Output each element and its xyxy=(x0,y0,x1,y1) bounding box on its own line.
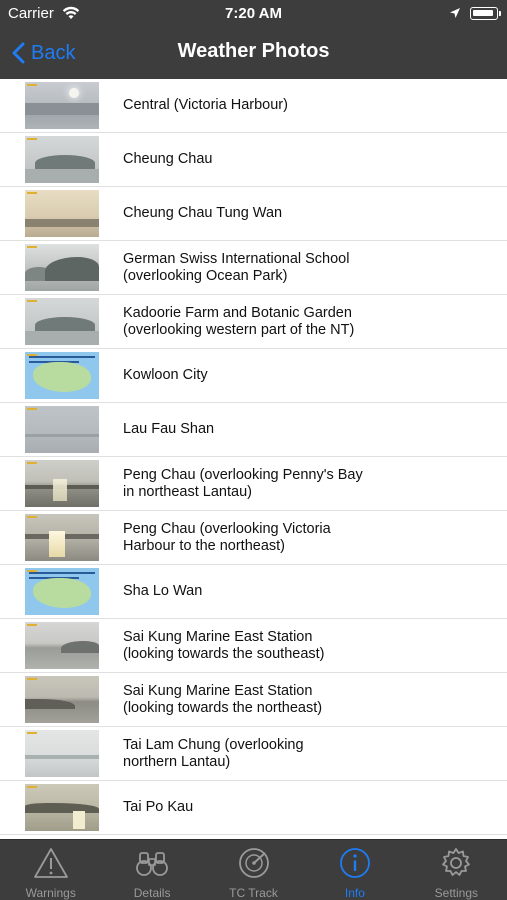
location-name: Tai Po Kau xyxy=(123,799,487,816)
location-name: Peng Chau (overlooking Penny's Bay in nor… xyxy=(123,467,487,501)
weather-photo-thumbnail xyxy=(25,676,99,723)
list-item[interactable]: Sai Kung Marine East Station (looking tow… xyxy=(0,673,507,727)
location-name: Sai Kung Marine East Station (looking tow… xyxy=(123,683,487,717)
location-name: Kadoorie Farm and Botanic Garden (overloo… xyxy=(123,305,487,339)
list-item[interactable]: German Swiss International School (overlo… xyxy=(0,241,507,295)
weather-photo-thumbnail xyxy=(25,622,99,669)
location-name-line1: Cheung Chau Tung Wan xyxy=(123,205,283,221)
weather-photo-thumbnail xyxy=(25,730,99,777)
weather-photo-thumbnail xyxy=(25,244,99,291)
location-name-line1: Peng Chau (overlooking Penny's Bay xyxy=(123,466,363,483)
tab-settings[interactable]: Settings xyxy=(406,840,507,900)
location-name-line1: Kowloon City xyxy=(123,367,208,383)
list-item[interactable]: Cheung Chau xyxy=(0,133,507,187)
tab-label: Info xyxy=(344,886,365,900)
list-item[interactable]: Sai Kung Marine East Station (looking tow… xyxy=(0,619,507,673)
tab-tc-track[interactable]: TC Track xyxy=(203,840,304,900)
weather-photo-list[interactable]: Central (Victoria Harbour) Cheung Chau Che… xyxy=(0,79,507,839)
tab-details[interactable]: Details xyxy=(101,840,202,900)
info-icon xyxy=(337,847,373,882)
navigation-bar: Back Weather Photos xyxy=(0,27,507,79)
list-item[interactable]: Peng Chau (overlooking Penny's Bay in nor… xyxy=(0,457,507,511)
list-item[interactable]: Tai Lam Chung (overlooking northern Lanta… xyxy=(0,727,507,781)
location-name-line1: Sai Kung Marine East Station xyxy=(123,682,313,699)
tab-label: Settings xyxy=(434,886,478,900)
list-item[interactable]: Central (Victoria Harbour) xyxy=(0,79,507,133)
location-name: Cheung Chau xyxy=(123,151,487,168)
tab-bar: Warnings Details TC Track Info Settings xyxy=(0,839,507,900)
weather-photo-thumbnail xyxy=(25,460,99,507)
weather-photo-thumbnail xyxy=(25,406,99,453)
binoculars-icon xyxy=(134,847,170,882)
location-name-line1: Sha Lo Wan xyxy=(123,583,203,599)
weather-photo-thumbnail xyxy=(25,784,99,831)
location-name-line1: Sai Kung Marine East Station xyxy=(123,628,313,645)
location-name: Cheung Chau Tung Wan xyxy=(123,205,487,222)
list-item[interactable]: Tai Po Kau xyxy=(0,781,507,835)
location-name: Tai Lam Chung (overlooking northern Lanta… xyxy=(123,737,487,771)
tab-label: Details xyxy=(133,886,171,900)
weather-photo-thumbnail xyxy=(25,568,99,615)
location-name-line2: Harbour to the northeast) xyxy=(123,537,286,554)
warning-triangle-icon xyxy=(33,847,69,882)
radar-icon xyxy=(236,847,272,882)
tab-warnings[interactable]: Warnings xyxy=(0,840,101,900)
list-item[interactable]: Kowloon City xyxy=(0,349,507,403)
tab-label: Warnings xyxy=(25,886,76,900)
list-item[interactable]: Lau Fau Shan xyxy=(0,403,507,457)
weather-photo-thumbnail xyxy=(25,82,99,129)
weather-photo-thumbnail xyxy=(25,136,99,183)
list-item[interactable]: Cheung Chau Tung Wan xyxy=(0,187,507,241)
location-arrow-icon xyxy=(449,6,461,23)
location-name: Peng Chau (overlooking Victoria Harbour t… xyxy=(123,521,487,555)
location-name-line2: (looking towards the northeast) xyxy=(123,699,323,716)
location-name-line2: northern Lantau) xyxy=(123,753,231,770)
location-name: Lau Fau Shan xyxy=(123,421,487,438)
location-name: Sai Kung Marine East Station (looking tow… xyxy=(123,629,487,663)
weather-photo-thumbnail xyxy=(25,190,99,237)
location-name: German Swiss International School (overlo… xyxy=(123,251,487,285)
list-item[interactable]: Peng Chau (overlooking Victoria Harbour t… xyxy=(0,511,507,565)
location-name-line2: (overlooking Ocean Park) xyxy=(123,267,288,284)
page-title: Weather Photos xyxy=(177,40,330,62)
tab-label: TC Track xyxy=(229,886,278,900)
weather-photo-thumbnail xyxy=(25,514,99,561)
location-name-line1: Tai Po Kau xyxy=(123,799,194,815)
tab-info[interactable]: Info xyxy=(304,840,405,900)
location-name: Sha Lo Wan xyxy=(123,583,487,600)
location-name: Central (Victoria Harbour) xyxy=(123,97,487,114)
list-item[interactable]: Kadoorie Farm and Botanic Garden (overloo… xyxy=(0,295,507,349)
location-name: Kowloon City xyxy=(123,367,487,384)
location-name-line1: Central (Victoria Harbour) xyxy=(123,97,288,113)
status-bar: Carrier 7:20 AM xyxy=(0,0,507,27)
clock: 7:20 AM xyxy=(225,5,282,22)
location-name-line1: Tai Lam Chung (overlooking xyxy=(123,736,304,753)
gear-icon xyxy=(438,847,474,882)
location-name-line2: in northeast Lantau) xyxy=(123,483,252,500)
weather-photo-thumbnail xyxy=(25,298,99,345)
battery-icon xyxy=(470,7,501,20)
location-name-line2: (looking towards the southeast) xyxy=(123,645,325,662)
location-name-line1: Lau Fau Shan xyxy=(123,421,215,437)
location-name-line1: Peng Chau (overlooking Victoria xyxy=(123,520,331,537)
list-item[interactable]: Sha Lo Wan xyxy=(0,565,507,619)
location-name-line1: German Swiss International School xyxy=(123,250,350,267)
location-name-line1: Cheung Chau xyxy=(123,151,213,167)
location-name-line2: (overlooking western part of the NT) xyxy=(123,321,355,338)
location-name-line1: Kadoorie Farm and Botanic Garden xyxy=(123,304,352,321)
weather-photo-thumbnail xyxy=(25,352,99,399)
